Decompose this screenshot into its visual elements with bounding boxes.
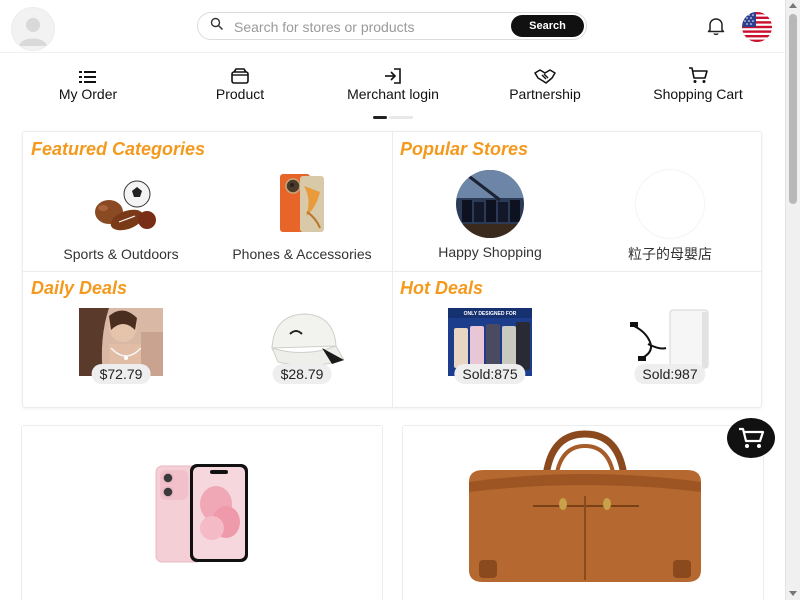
nav-label: Shopping Cart xyxy=(653,86,743,102)
price-chip: $72.79 xyxy=(91,364,151,384)
nav-label: Partnership xyxy=(509,86,581,102)
banner-text: ONLY DESIGNED FOR xyxy=(464,311,517,317)
nav-partnership[interactable]: Partnership xyxy=(480,60,610,102)
necklace-image: $72.79 xyxy=(79,308,163,384)
phones-image xyxy=(260,172,344,240)
search-bar: Search xyxy=(197,12,587,40)
cap-image: $28.79 xyxy=(260,308,345,384)
cart-icon xyxy=(739,427,765,448)
store-label: 粒子的母嬰店 xyxy=(628,246,712,262)
nav-product[interactable]: Product xyxy=(175,60,305,102)
header: Search xyxy=(0,0,785,53)
store-logo-image xyxy=(456,170,524,238)
sold-chip: Sold:875 xyxy=(454,364,526,384)
cart-icon xyxy=(633,60,763,86)
daily-deal-item[interactable]: $72.79 xyxy=(31,308,211,384)
scroll-thumb[interactable] xyxy=(789,14,797,204)
handshake-icon xyxy=(480,60,610,86)
page: Search for stores or products Search My … xyxy=(0,0,785,600)
store-baby-shop[interactable]: 粒子的母嬰店 xyxy=(580,170,760,264)
charger-image: Sold:987 xyxy=(628,308,712,384)
phones-banner-image: ONLY DESIGNED FOR Sold:875 xyxy=(448,308,532,384)
hot-deal-item[interactable]: ONLY DESIGNED FOR Sold:875 xyxy=(400,308,580,384)
nav-label: Merchant login xyxy=(347,86,439,102)
category-phones-accessories[interactable]: Phones & Accessories xyxy=(212,172,392,262)
daily-deals-title[interactable]: Daily Deals xyxy=(31,278,127,299)
category-sports-outdoors[interactable]: Sports & Outdoors xyxy=(31,172,211,262)
floating-cart-button[interactable] xyxy=(727,418,775,458)
nav-shopping-cart[interactable]: Shopping Cart xyxy=(633,60,763,102)
bell-icon[interactable] xyxy=(705,15,727,42)
daily-deal-item[interactable]: $28.79 xyxy=(212,308,392,384)
nav-label: Product xyxy=(215,86,265,102)
pager-dot[interactable] xyxy=(389,116,413,119)
search-icon xyxy=(210,17,224,36)
login-icon xyxy=(328,60,458,86)
list-icon xyxy=(23,60,153,86)
user-avatar-icon[interactable] xyxy=(12,8,54,50)
store-logo-image xyxy=(636,170,704,238)
scroll-up-arrow-icon[interactable] xyxy=(789,3,797,8)
search-input[interactable] xyxy=(232,16,506,38)
leather-bag-image xyxy=(463,430,707,591)
pager-dot-active[interactable] xyxy=(373,116,387,119)
product-card[interactable] xyxy=(402,425,764,600)
pink-smartphone-image xyxy=(154,464,250,569)
category-label: Phones & Accessories xyxy=(232,246,372,262)
search-button[interactable]: Search xyxy=(511,15,584,37)
price-chip: $28.79 xyxy=(272,364,332,384)
featured-categories-title[interactable]: Featured Categories xyxy=(31,139,205,160)
quick-nav: My Order Product Merchant login Partners… xyxy=(0,60,785,110)
store-label: Happy Shopping xyxy=(438,244,542,260)
store-happy-shopping[interactable]: Happy Shopping xyxy=(400,170,580,260)
hot-deals-title[interactable]: Hot Deals xyxy=(400,278,483,299)
vertical-scrollbar[interactable] xyxy=(785,0,800,600)
sold-chip: Sold:987 xyxy=(634,364,706,384)
category-label: Sports & Outdoors xyxy=(63,246,179,262)
sports-balls-image xyxy=(79,172,163,240)
nav-label: My Order xyxy=(58,86,118,102)
divider xyxy=(392,132,393,407)
nav-merchant-login[interactable]: Merchant login xyxy=(328,60,458,102)
divider xyxy=(23,271,761,272)
nav-my-order[interactable]: My Order xyxy=(23,60,153,102)
box-icon xyxy=(175,60,305,86)
product-card[interactable] xyxy=(21,425,383,600)
popular-stores-title[interactable]: Popular Stores xyxy=(400,139,528,160)
us-flag-icon[interactable] xyxy=(742,12,772,42)
promo-grid: Featured Categories Sports & Outdoors Ph… xyxy=(22,131,762,408)
scroll-down-arrow-icon[interactable] xyxy=(789,591,797,596)
hot-deal-item[interactable]: Sold:987 xyxy=(580,308,760,384)
